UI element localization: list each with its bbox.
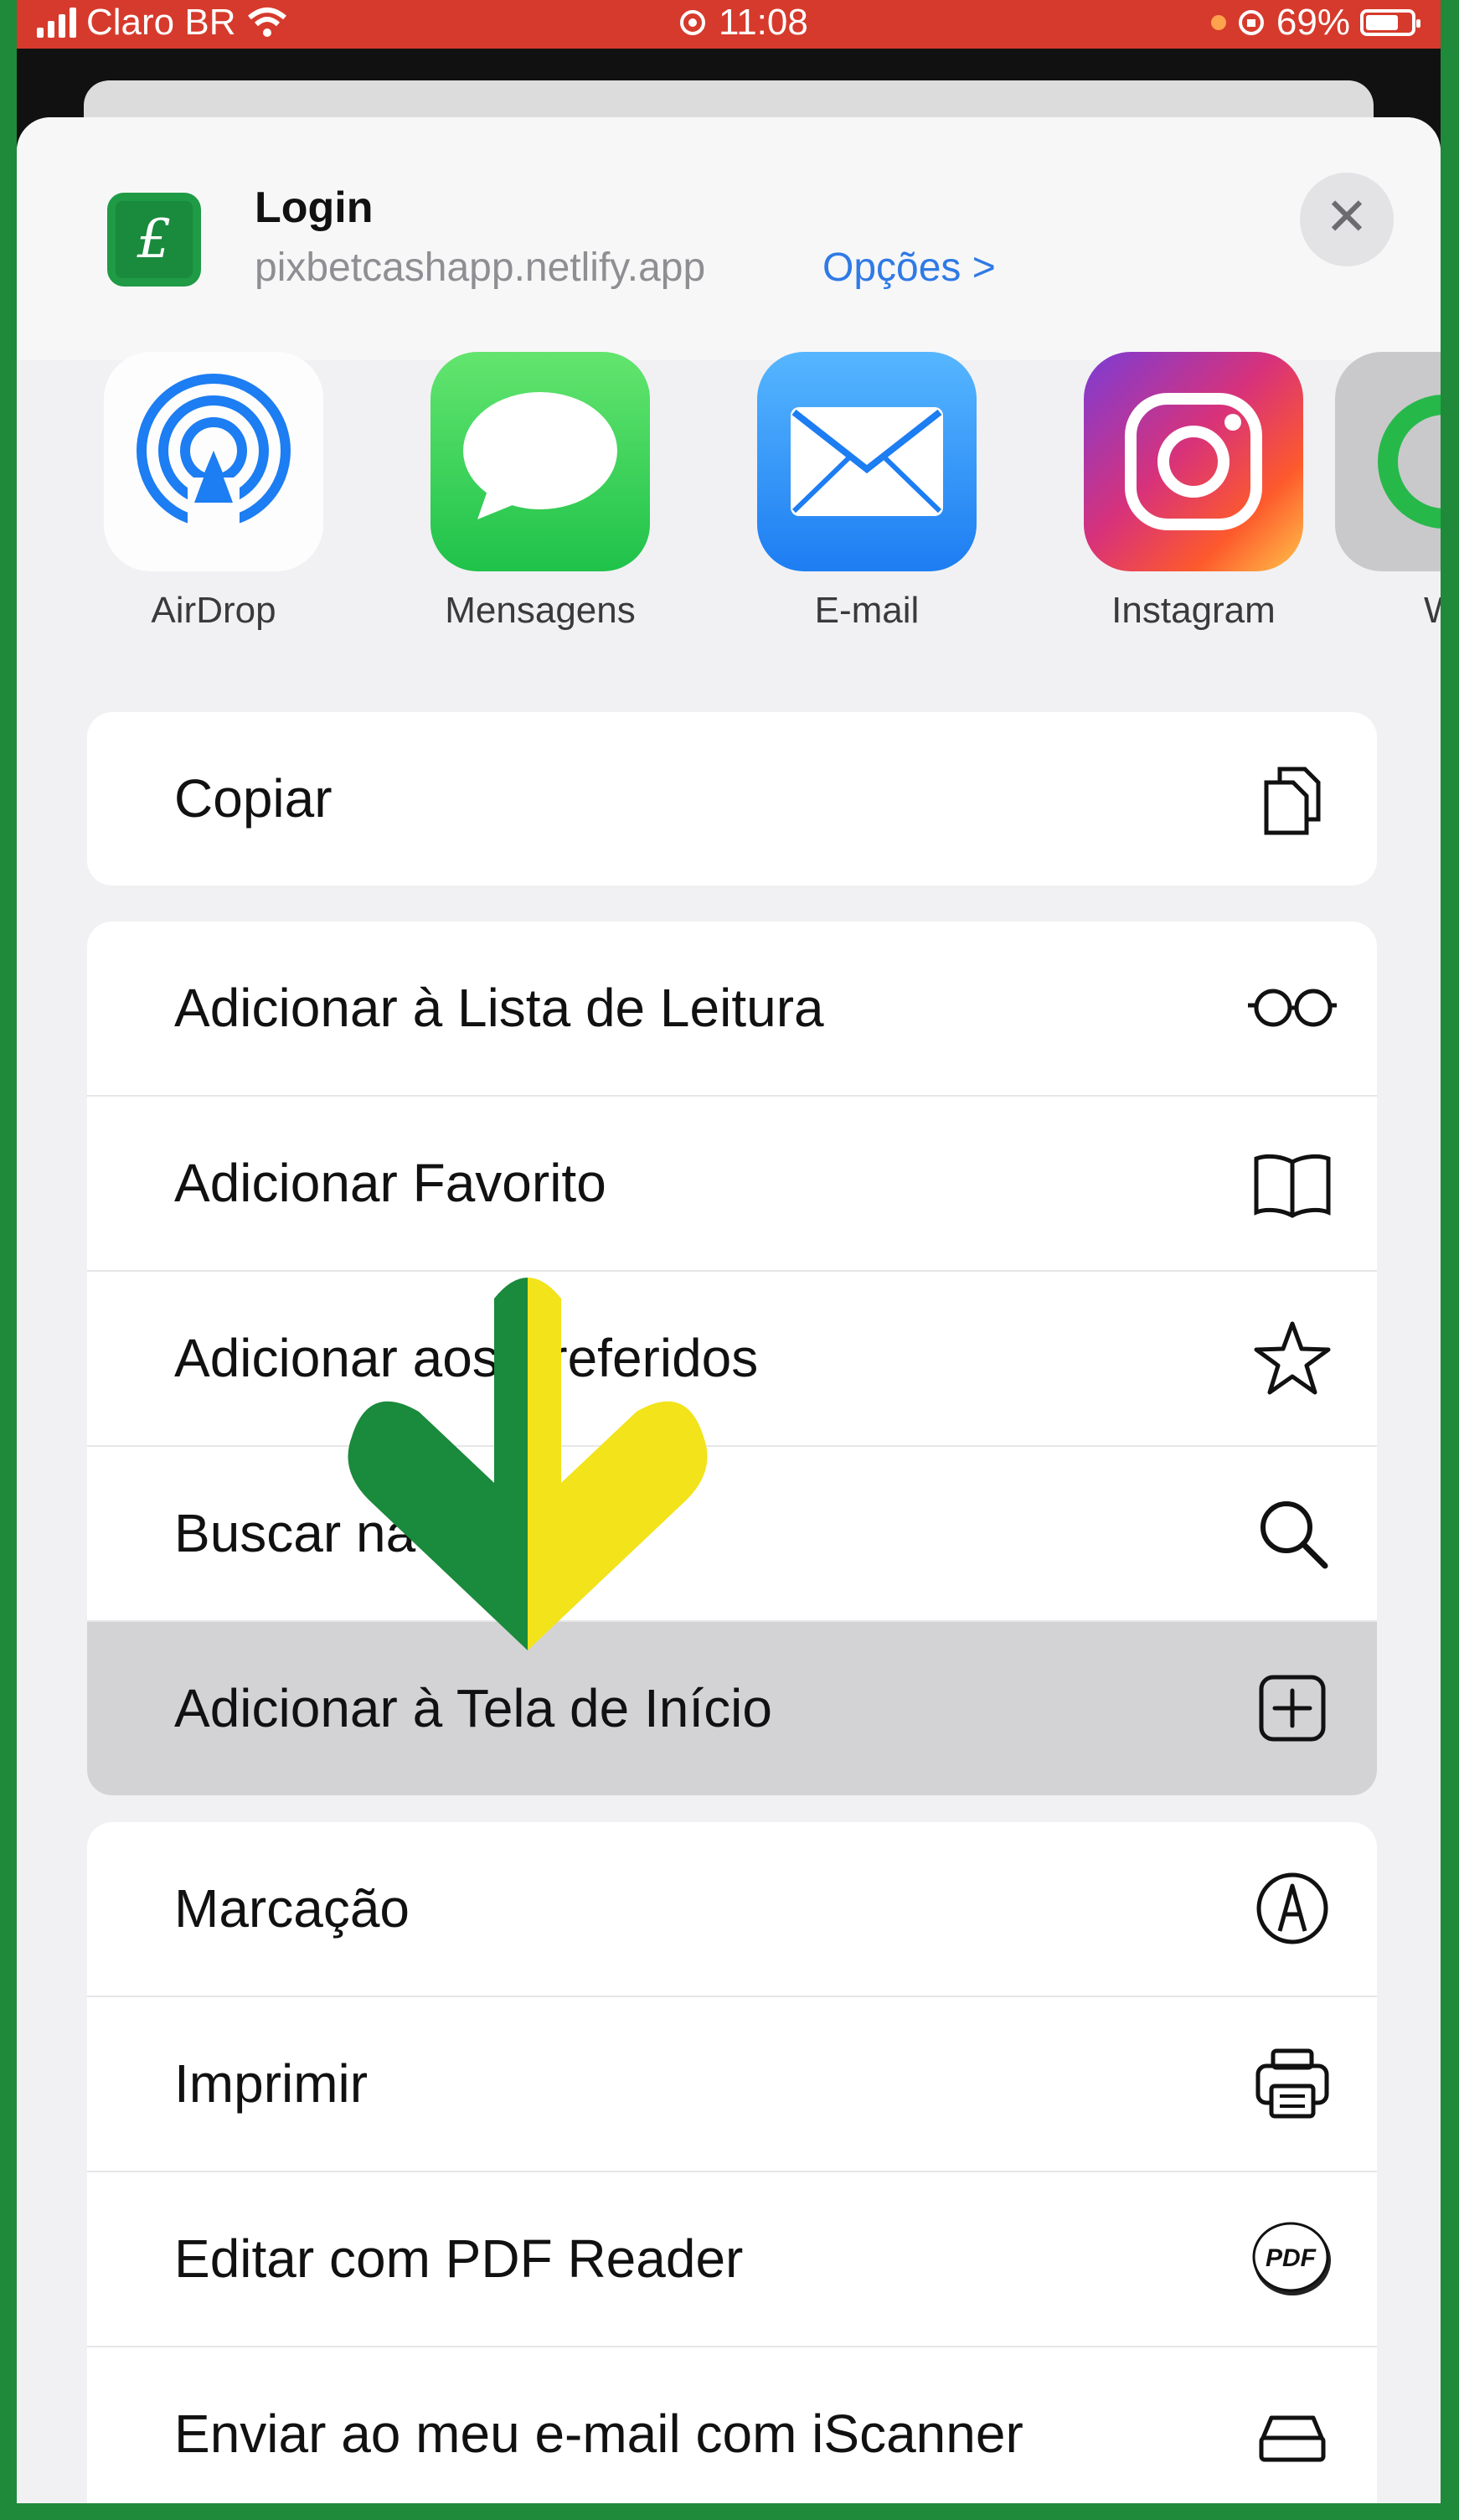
location-icon — [680, 10, 705, 35]
action-group-extensions: Marcação Imprimir Editar com PDF Reader — [87, 1822, 1377, 2503]
action-print[interactable]: Imprimir — [87, 1997, 1377, 2172]
mail-icon — [757, 352, 977, 571]
action-label: Adicionar Favorito — [174, 1153, 606, 1213]
plus-square-icon — [1259, 1675, 1326, 1742]
carrier-label: Claro BR — [86, 2, 236, 43]
pdf-icon: PDF — [1252, 2222, 1331, 2295]
action-label: Adicionar à Lista de Leitura — [174, 978, 824, 1038]
action-label: Enviar ao meu e-mail com iScanner — [174, 2404, 1023, 2464]
status-bar: Claro BR 11:08 69% — [17, 0, 1441, 49]
whatsapp-icon — [1335, 352, 1441, 571]
action-edit-pdf-reader[interactable]: Editar com PDF Reader PDF — [87, 2172, 1377, 2347]
scanner-icon — [1259, 2415, 1326, 2462]
share-app-label: E-mail — [814, 590, 920, 631]
share-app-mail[interactable]: E-mail — [745, 352, 988, 632]
site-favicon: £ — [107, 193, 201, 287]
action-add-reading-list[interactable]: Adicionar à Lista de Leitura — [87, 922, 1377, 1097]
action-send-iscanner[interactable]: Enviar ao meu e-mail com iScanner — [87, 2347, 1377, 2503]
action-group-copy: Copiar — [87, 712, 1377, 886]
action-label: Editar com PDF Reader — [174, 2228, 744, 2289]
signal-icon — [37, 8, 76, 38]
action-add-to-home-screen[interactable]: Adicionar à Tela de Início — [87, 1622, 1377, 1795]
share-sheet: £ Login pixbetcashapp.netlify.app Opções… — [17, 117, 1441, 2503]
share-app-row: AirDrop Mensagens E-mail Instagram — [17, 352, 1441, 637]
share-app-label: Wh — [1323, 590, 1441, 632]
share-app-label: Instagram — [1111, 590, 1276, 631]
close-button[interactable]: ✕ — [1300, 173, 1394, 266]
share-app-instagram[interactable]: Instagram — [1072, 352, 1315, 632]
messages-icon — [430, 352, 650, 571]
share-app-label: Mensagens — [445, 590, 636, 631]
down-arrow-overlay-icon — [348, 1278, 708, 1650]
action-add-bookmark[interactable]: Adicionar Favorito — [87, 1097, 1377, 1272]
action-find-on-page[interactable]: Buscar na Página — [87, 1447, 1377, 1622]
book-icon — [1254, 1154, 1331, 1218]
action-label: Marcação — [174, 1878, 410, 1939]
phone-screen: Claro BR 11:08 69% £ Login pixbetcashapp… — [17, 0, 1441, 2503]
search-icon — [1261, 1501, 1328, 1569]
battery-percent: 69% — [1276, 2, 1350, 43]
action-label: Copiar — [174, 768, 333, 829]
share-app-whatsapp[interactable]: Wh — [1323, 352, 1441, 632]
action-markup[interactable]: Marcação — [87, 1822, 1377, 1997]
page-title: Login — [255, 183, 374, 232]
share-app-messages[interactable]: Mensagens — [419, 352, 662, 632]
markup-icon — [1256, 1872, 1328, 1944]
action-label: Imprimir — [174, 2053, 369, 2114]
share-app-airdrop[interactable]: AirDrop — [92, 352, 335, 632]
glasses-icon — [1248, 989, 1337, 1027]
clock-time: 11:08 — [719, 2, 808, 43]
battery-icon — [1360, 9, 1420, 36]
instagram-icon — [1084, 352, 1303, 571]
wifi-icon — [247, 8, 286, 37]
star-icon — [1254, 1321, 1331, 1395]
page-url: pixbetcashapp.netlify.app — [255, 245, 706, 290]
action-add-favorites[interactable]: Adicionar aos Preferidos — [87, 1272, 1377, 1447]
action-copy[interactable]: Copiar — [87, 712, 1377, 886]
orientation-lock-icon — [1238, 10, 1264, 35]
share-sheet-header: £ Login pixbetcashapp.netlify.app Opções… — [17, 117, 1441, 360]
share-app-label: AirDrop — [151, 590, 276, 631]
action-group-main: Adicionar à Lista de Leitura Adicionar F… — [87, 922, 1377, 1795]
printer-icon — [1255, 2048, 1329, 2119]
svg-text:PDF: PDF — [1266, 2244, 1317, 2272]
recording-indicator-icon — [1210, 15, 1226, 30]
airdrop-icon — [104, 352, 323, 571]
options-link[interactable]: Opções > — [822, 245, 996, 291]
copy-icon — [1264, 767, 1321, 835]
